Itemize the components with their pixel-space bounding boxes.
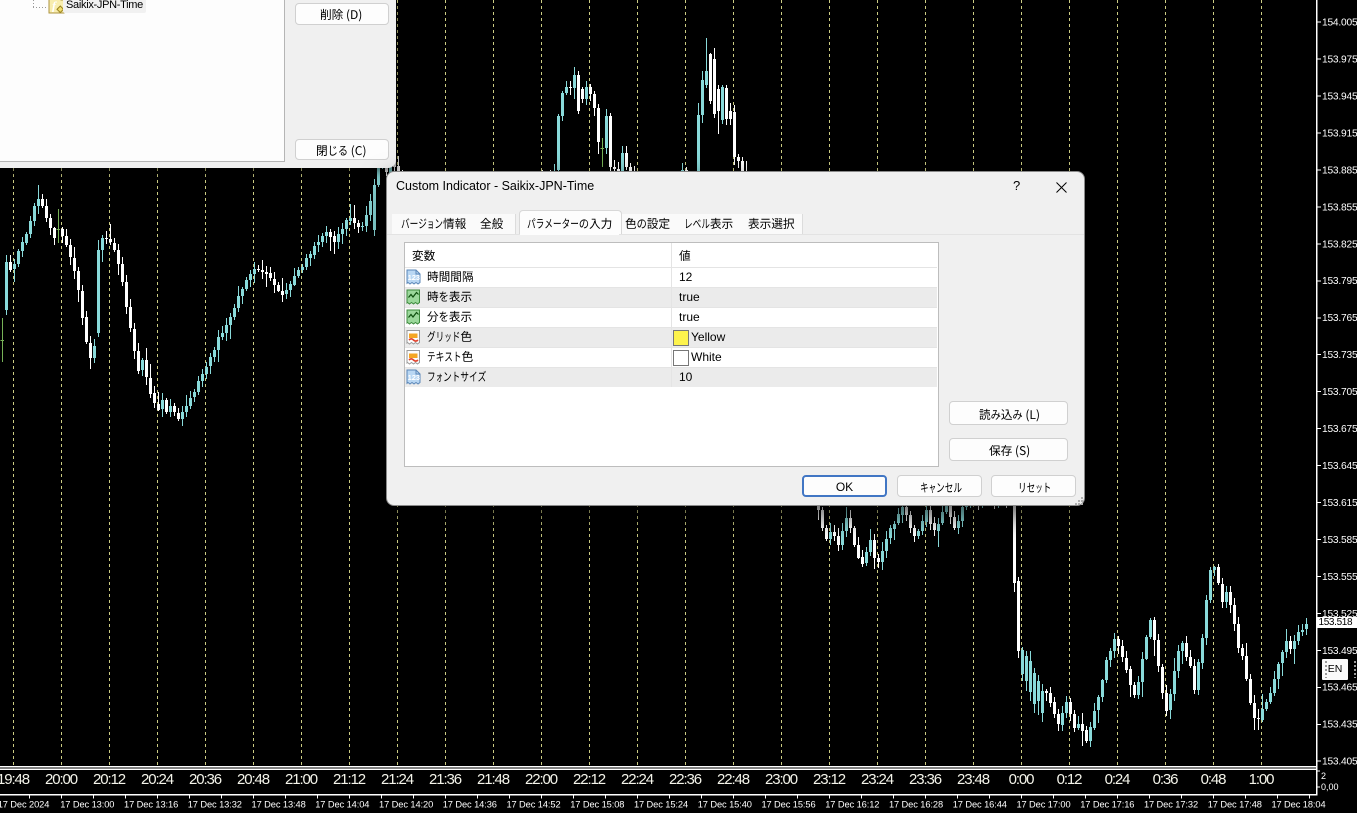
svg-text:123: 123 [408, 273, 421, 282]
svg-text:20:12: 20:12 [93, 771, 126, 788]
svg-text:153.825: 153.825 [1322, 239, 1357, 250]
svg-text:17 Dec 13:32: 17 Dec 13:32 [188, 800, 242, 810]
svg-text:23:24: 23:24 [861, 771, 894, 788]
svg-text:20:48: 20:48 [237, 771, 270, 788]
svg-text:17 Dec 14:52: 17 Dec 14:52 [506, 800, 560, 810]
svg-text:22:00: 22:00 [525, 771, 558, 788]
svg-text:17 Dec 15:24: 17 Dec 15:24 [634, 800, 688, 810]
svg-text:153.435: 153.435 [1322, 720, 1357, 731]
svg-text:153.765: 153.765 [1322, 313, 1357, 324]
svg-text:17 Dec 13:48: 17 Dec 13:48 [252, 800, 306, 810]
svg-text:153.465: 153.465 [1322, 683, 1357, 694]
svg-text:153.675: 153.675 [1322, 424, 1357, 435]
svg-text:153.615: 153.615 [1322, 498, 1357, 509]
svg-text:20:36: 20:36 [189, 771, 222, 788]
svg-text:17 Dec 16:44: 17 Dec 16:44 [953, 800, 1007, 810]
svg-text:17 Dec 16:28: 17 Dec 16:28 [889, 800, 943, 810]
svg-text:17 Dec 14:36: 17 Dec 14:36 [443, 800, 497, 810]
svg-text:153.915: 153.915 [1322, 129, 1357, 140]
svg-text:19:48: 19:48 [0, 771, 30, 788]
svg-text:22:48: 22:48 [717, 771, 750, 788]
svg-text:153.405: 153.405 [1322, 757, 1357, 768]
svg-text:153.855: 153.855 [1322, 202, 1357, 213]
svg-text:153.735: 153.735 [1322, 350, 1357, 361]
svg-text:17 Dec 18:04: 17 Dec 18:04 [1271, 800, 1325, 810]
svg-text:154.005: 154.005 [1322, 18, 1357, 29]
svg-text:21:36: 21:36 [429, 771, 462, 788]
svg-text:17 Dec 15:56: 17 Dec 15:56 [761, 800, 815, 810]
svg-text:21:24: 21:24 [381, 771, 414, 788]
svg-text:17 Dec 15:08: 17 Dec 15:08 [570, 800, 624, 810]
svg-text:0:36: 0:36 [1153, 771, 1179, 788]
svg-text:0:24: 0:24 [1105, 771, 1131, 788]
svg-text:23:48: 23:48 [957, 771, 990, 788]
svg-text:21:00: 21:00 [285, 771, 318, 788]
svg-text:20:00: 20:00 [45, 771, 78, 788]
svg-text:20:24: 20:24 [141, 771, 174, 788]
svg-text:153.945: 153.945 [1322, 92, 1357, 103]
svg-text:153.705: 153.705 [1322, 387, 1357, 398]
svg-text:17 Dec 17:00: 17 Dec 17:00 [1016, 800, 1070, 810]
svg-text:153.885: 153.885 [1322, 165, 1357, 176]
svg-text:17 Dec 14:20: 17 Dec 14:20 [379, 800, 433, 810]
svg-text:17 Dec 17:32: 17 Dec 17:32 [1144, 800, 1198, 810]
svg-text:22:12: 22:12 [573, 771, 606, 788]
svg-text:123: 123 [408, 373, 421, 382]
svg-text:17 Dec 13:00: 17 Dec 13:00 [60, 800, 114, 810]
svg-text:17 Dec 17:16: 17 Dec 17:16 [1080, 800, 1134, 810]
svg-text:17 Dec 2024: 17 Dec 2024 [0, 800, 49, 810]
svg-text:17 Dec 14:04: 17 Dec 14:04 [315, 800, 369, 810]
svg-text:2: 2 [1321, 771, 1326, 781]
svg-text:17 Dec 15:40: 17 Dec 15:40 [698, 800, 752, 810]
svg-text:23:00: 23:00 [765, 771, 798, 788]
svg-text:153.975: 153.975 [1322, 55, 1357, 66]
svg-text:0:00: 0:00 [1009, 771, 1035, 788]
svg-text:21:12: 21:12 [333, 771, 366, 788]
svg-text:153.585: 153.585 [1322, 535, 1357, 546]
svg-text:153.495: 153.495 [1322, 646, 1357, 657]
svg-text:17 Dec 17:48: 17 Dec 17:48 [1208, 800, 1262, 810]
svg-text:153.645: 153.645 [1322, 461, 1357, 472]
svg-text:22:24: 22:24 [621, 771, 654, 788]
svg-text:0,00: 0,00 [1321, 782, 1339, 792]
svg-text:153.555: 153.555 [1322, 572, 1357, 583]
svg-text:22:36: 22:36 [669, 771, 702, 788]
svg-text:0:12: 0:12 [1057, 771, 1083, 788]
svg-text:21:48: 21:48 [477, 771, 510, 788]
svg-text:0:48: 0:48 [1201, 771, 1227, 788]
svg-text:23:12: 23:12 [813, 771, 846, 788]
svg-text:23:36: 23:36 [909, 771, 942, 788]
svg-text:153.795: 153.795 [1322, 276, 1357, 287]
svg-text:17 Dec 16:12: 17 Dec 16:12 [825, 800, 879, 810]
svg-text:1:00: 1:00 [1249, 771, 1275, 788]
svg-text:17 Dec 13:16: 17 Dec 13:16 [124, 800, 178, 810]
